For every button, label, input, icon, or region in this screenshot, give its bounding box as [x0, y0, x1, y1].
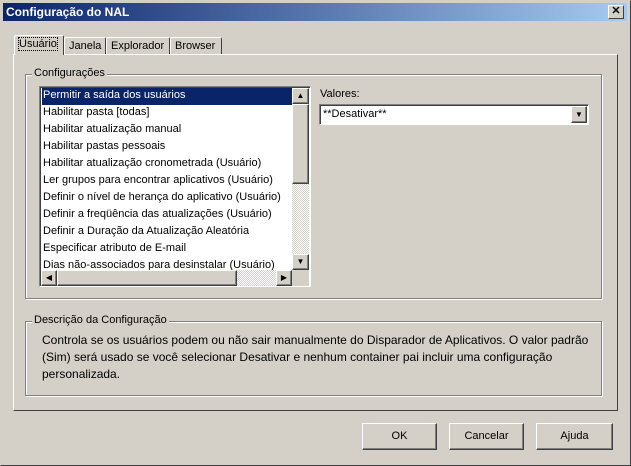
cancel-button[interactable]: Cancelar: [449, 423, 524, 450]
list-item[interactable]: Ler grupos para encontrar aplicativos (U…: [42, 173, 292, 190]
values-dropdown[interactable]: **Desativar** ▼: [319, 104, 589, 125]
list-item[interactable]: Habilitar pastas pessoais: [42, 139, 292, 156]
tab-explorador[interactable]: Explorador: [106, 37, 170, 55]
ok-button[interactable]: OK: [362, 423, 437, 450]
values-selected: **Desativar**: [323, 108, 387, 120]
tab-usuario[interactable]: Usuário: [14, 35, 64, 55]
values-label: Valores:: [320, 88, 360, 100]
list-item[interactable]: Definir o nível de herança do aplicativo…: [42, 190, 292, 207]
settings-group-label: Configurações: [32, 67, 107, 79]
vertical-scroll-thumb[interactable]: [292, 104, 309, 184]
description-group-label: Descrição da Configuração: [32, 314, 169, 326]
list-item[interactable]: Habilitar pasta [todas]: [42, 105, 292, 122]
window-title: Configuração do NAL: [6, 5, 129, 19]
scroll-up-arrow-icon[interactable]: ▲: [292, 88, 309, 104]
list-item[interactable]: Habilitar atualização cronometrada (Usuá…: [42, 156, 292, 173]
scroll-left-arrow-icon[interactable]: ◀: [41, 270, 57, 286]
close-button[interactable]: ✕: [608, 5, 624, 19]
settings-listbox[interactable]: Permitir a saída dos usuáriosHabilitar p…: [39, 86, 311, 287]
tab-browser[interactable]: Browser: [170, 37, 222, 55]
title-bar: Configuração do NAL ✕: [3, 3, 627, 21]
description-text: Controla se os usuários podem ou não sai…: [42, 332, 592, 383]
horizontal-scroll-thumb[interactable]: [57, 270, 237, 286]
tab-janela[interactable]: Janela: [64, 37, 106, 55]
help-button[interactable]: Ajuda: [536, 423, 613, 450]
list-item[interactable]: Definir a freqüência das atualizações (U…: [42, 207, 292, 224]
list-item[interactable]: Habilitar atualização manual: [42, 122, 292, 139]
tab-label: Usuário: [19, 38, 57, 50]
scroll-down-arrow-icon[interactable]: ▼: [292, 254, 309, 270]
list-item[interactable]: Permitir a saída dos usuários: [42, 88, 292, 105]
list-item[interactable]: Especificar atributo de E-mail: [42, 241, 292, 258]
scroll-corner: [292, 270, 309, 286]
scroll-right-arrow-icon[interactable]: ▶: [276, 270, 292, 286]
chevron-down-icon[interactable]: ▼: [571, 106, 587, 123]
list-item[interactable]: Definir a Duração da Atualização Aleatór…: [42, 224, 292, 241]
